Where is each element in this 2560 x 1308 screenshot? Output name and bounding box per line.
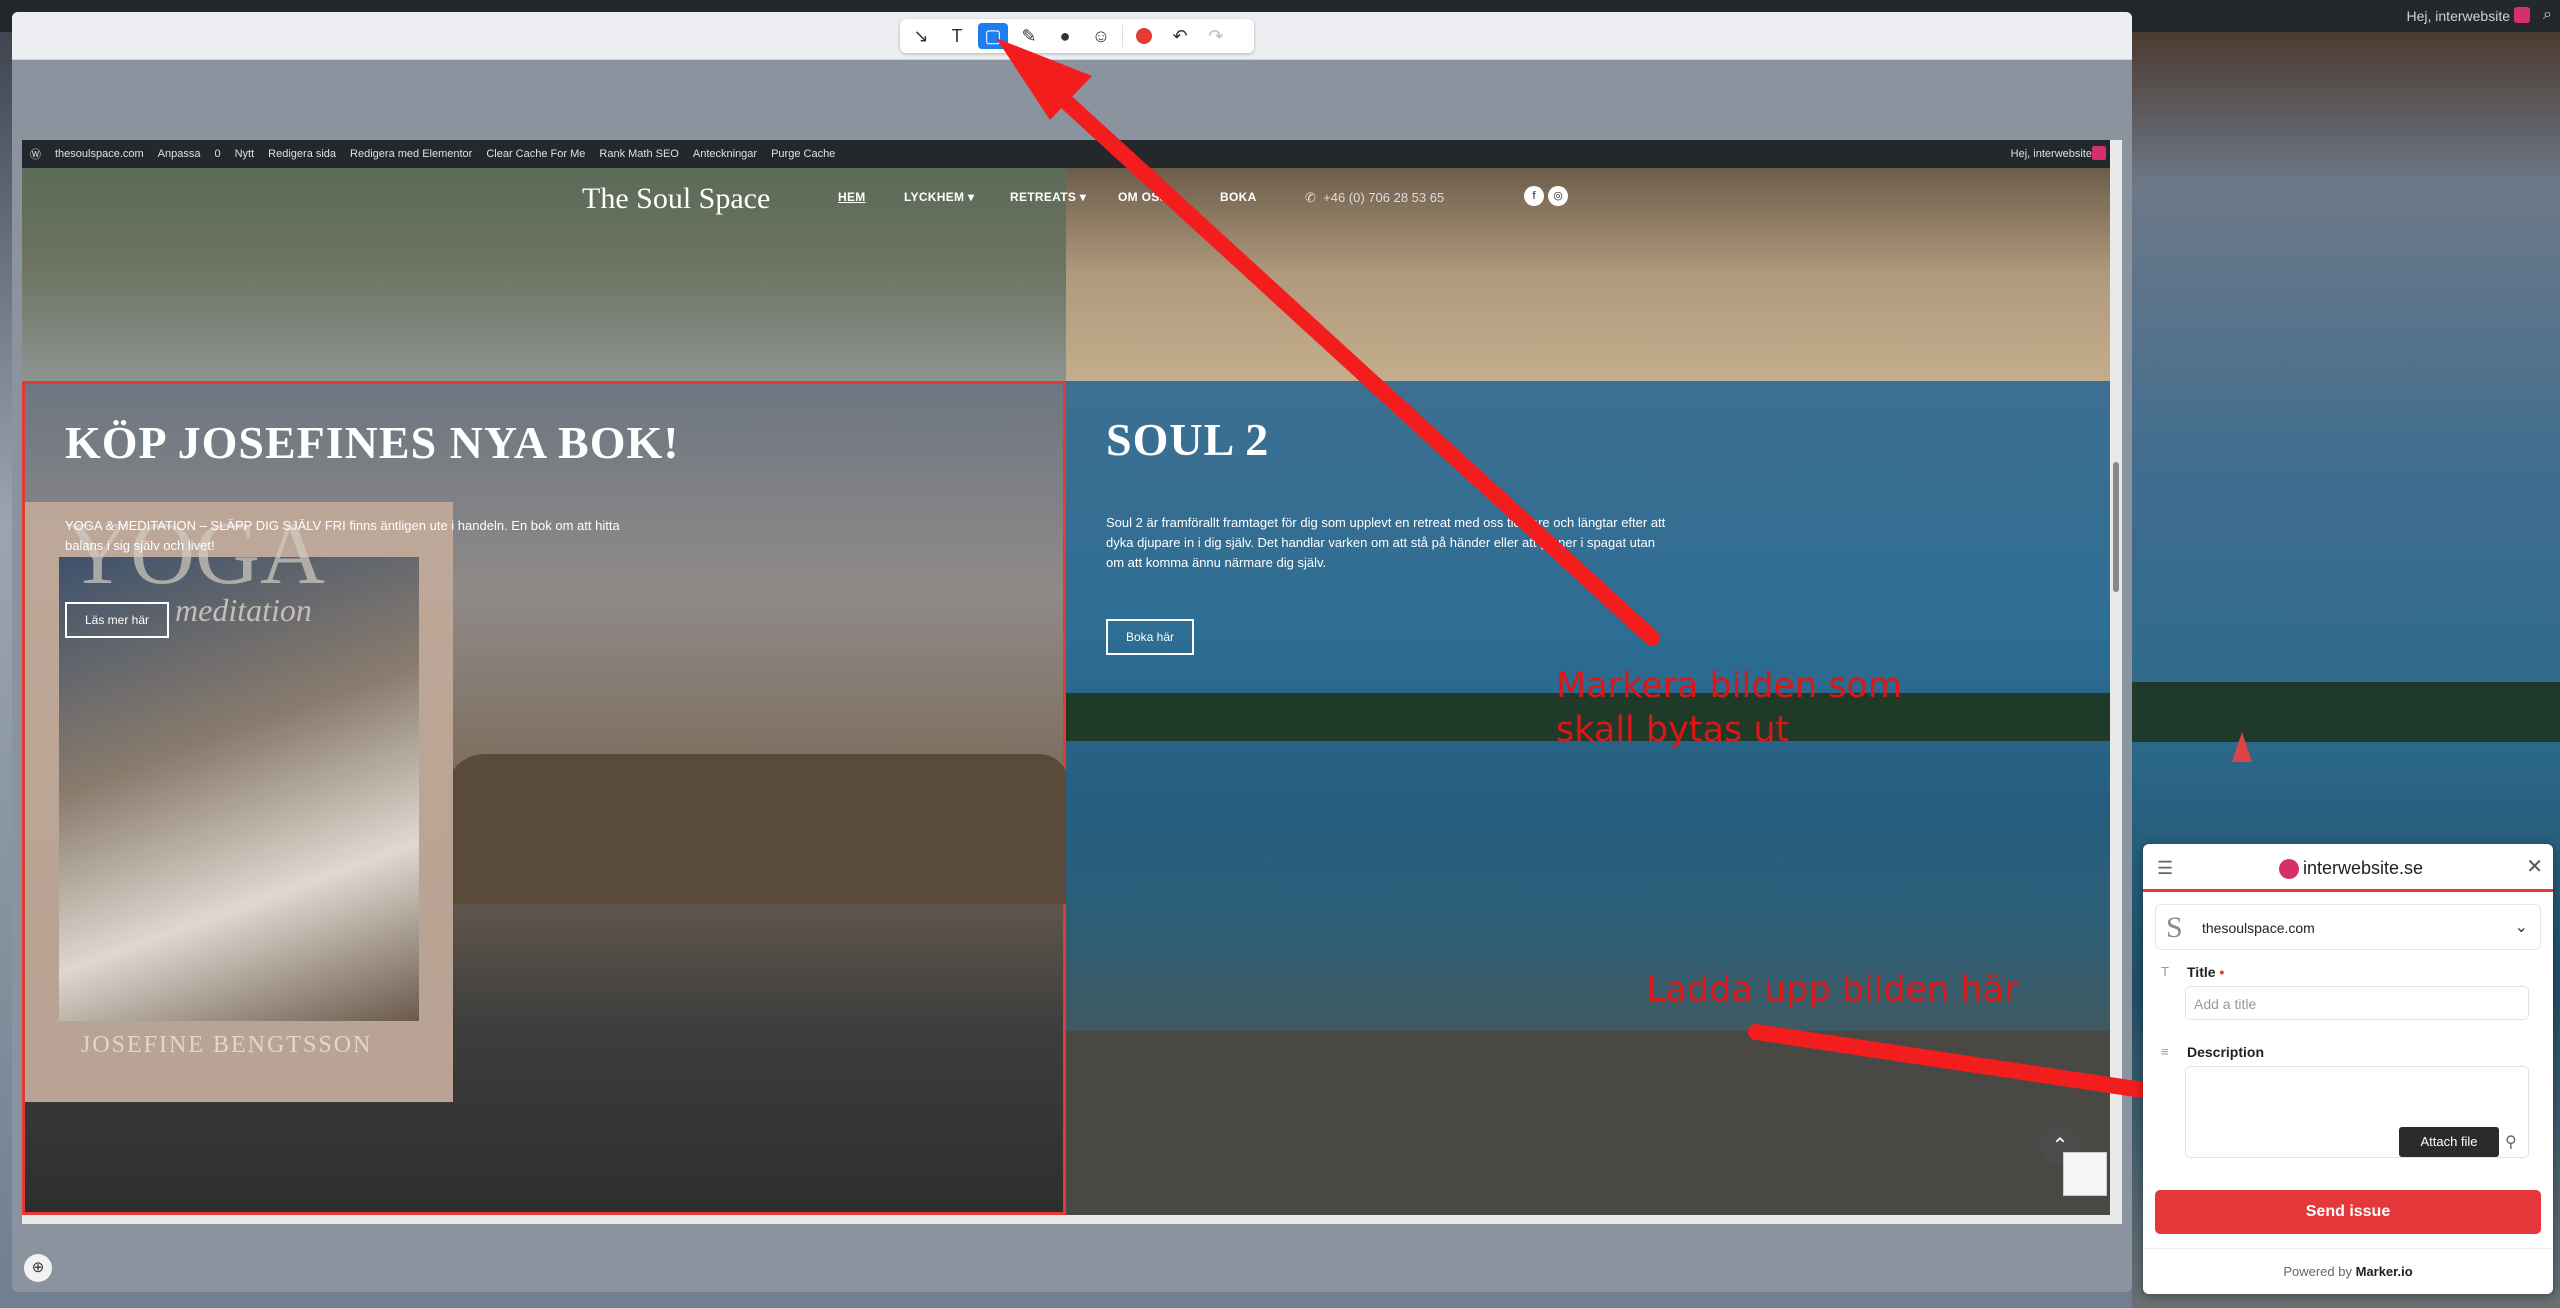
- outer-avatar[interactable]: [2514, 7, 2530, 23]
- wp-item-edit-page[interactable]: Redigera sida: [268, 148, 336, 160]
- wp-avatar[interactable]: [2092, 146, 2106, 160]
- wp-admin-bar: Ⓦ thesoulspace.com Anpassa 0 Nytt Redige…: [22, 140, 2122, 168]
- text-tool-icon[interactable]: T: [942, 23, 972, 49]
- send-issue-button[interactable]: Send issue: [2155, 1190, 2541, 1234]
- book-now-button[interactable]: Boka här: [1106, 619, 1195, 655]
- annotation-text-mark-image: Markera bilden som skall bytas ut: [1556, 666, 1903, 750]
- color-picker-icon[interactable]: [1129, 23, 1159, 49]
- wp-item-customize[interactable]: Anpassa: [158, 148, 201, 160]
- book-promo-panel[interactable]: YOGA meditation JOSEFINE BENGTSSON KÖP J…: [22, 381, 1069, 1215]
- powered-by: Powered by Marker.io: [2143, 1248, 2553, 1294]
- annotation-toolbar: ↘ T ▢ ✎ ● ☺ ↶ ↷: [900, 19, 1254, 53]
- redo-icon[interactable]: ↷: [1201, 23, 1231, 49]
- wp-item-purge-cache[interactable]: Purge Cache: [771, 148, 835, 160]
- outer-search-icon[interactable]: ⌕: [2543, 6, 2552, 24]
- facebook-icon[interactable]: f: [1524, 186, 1544, 206]
- menu-icon[interactable]: ☰: [2157, 858, 2173, 879]
- nav-lyckhem[interactable]: LYCKHEM ▾: [904, 190, 974, 204]
- attach-file-tooltip: Attach file: [2399, 1127, 2499, 1157]
- book-promo-text: YOGA & MEDITATION – SLÄPP DIG SJÄLV FRI …: [65, 518, 620, 553]
- site-logo[interactable]: The Soul Space: [582, 182, 770, 216]
- site-selector[interactable]: S thesoulspace.com ⌄: [2155, 904, 2541, 950]
- soul2-title: SOUL 2: [1106, 414, 1270, 465]
- zoom-icon[interactable]: ⊕: [24, 1254, 52, 1282]
- screenshot-annotation-frame: ↘ T ▢ ✎ ● ☺ ↶ ↷ Ⓦ thesoulspace.com Anpas…: [12, 12, 2132, 1292]
- rectangle-tool-icon[interactable]: ▢: [978, 23, 1008, 49]
- wp-greeting[interactable]: Hej, interwebsite: [2011, 148, 2092, 160]
- outer-greeting[interactable]: Hej, interwebsite: [2407, 8, 2511, 24]
- wp-item-notes[interactable]: Anteckningar: [693, 148, 757, 160]
- pen-tool-icon[interactable]: ✎: [1014, 23, 1044, 49]
- header-phone[interactable]: ✆ +46 (0) 706 28 53 65: [1305, 190, 1444, 206]
- nav-boka[interactable]: BOKA: [1220, 190, 1257, 204]
- arrow-tool-icon[interactable]: ↘: [906, 23, 936, 49]
- wp-item-clear-cache[interactable]: Clear Cache For Me: [486, 148, 585, 160]
- description-icon: ≡: [2161, 1044, 2169, 1059]
- emoji-tool-icon[interactable]: ☺: [1086, 23, 1116, 49]
- wp-item-rank-math[interactable]: Rank Math SEO: [599, 148, 678, 160]
- paperclip-icon[interactable]: ⚲: [2505, 1132, 2517, 1152]
- instagram-icon[interactable]: ◎: [1548, 186, 1568, 206]
- blur-tool-icon[interactable]: ●: [1050, 23, 1080, 49]
- description-label: Description: [2187, 1044, 2265, 1060]
- read-more-button[interactable]: Läs mer här: [65, 602, 170, 638]
- soul2-text: Soul 2 är framförallt framtaget för dig …: [1106, 515, 1666, 570]
- site-header: The Soul Space HEM LYCKHEM ▾ RETREATS ▾ …: [22, 168, 2110, 224]
- site-logo-icon: S: [2166, 911, 2183, 944]
- annotation-text-upload-here: Ladda upp bilden här: [1646, 970, 2019, 1010]
- wp-item-comments[interactable]: 0: [214, 148, 220, 160]
- wordpress-icon[interactable]: Ⓦ: [30, 146, 41, 162]
- brand-logo-icon: [2279, 858, 2299, 879]
- title-input[interactable]: Add a title: [2185, 986, 2529, 1020]
- nav-retreats[interactable]: RETREATS ▾: [1010, 190, 1086, 204]
- annotation-header: ↘ T ▢ ✎ ● ☺ ↶ ↷: [12, 12, 2132, 60]
- widget-header: ☰ interwebsite.se ✕: [2143, 844, 2553, 892]
- book-promo-title: KÖP JOSEFINES NYA BOK!: [65, 417, 680, 468]
- feedback-widget: ☰ interwebsite.se ✕ S thesoulspace.com ⌄…: [2143, 844, 2553, 1294]
- book-cover-image: YOGA meditation JOSEFINE BENGTSSON: [25, 502, 453, 1102]
- soul2-panel: SOUL 2 Soul 2 är framförallt framtaget f…: [1066, 381, 2110, 1215]
- undo-icon[interactable]: ↶: [1165, 23, 1195, 49]
- recaptcha-badge: [2063, 1152, 2107, 1196]
- nav-om-oss[interactable]: OM OSS: [1118, 190, 1168, 204]
- widget-brand: interwebsite.se: [2279, 858, 2423, 879]
- chevron-down-icon[interactable]: ⌄: [2515, 917, 2528, 937]
- wp-item-new[interactable]: Nytt: [235, 148, 255, 160]
- title-icon: T: [2161, 964, 2169, 979]
- wp-item-elementor[interactable]: Redigera med Elementor: [350, 148, 472, 160]
- vertical-scrollbar[interactable]: [2110, 140, 2122, 1224]
- close-icon[interactable]: ✕: [2526, 854, 2543, 879]
- horizontal-scrollbar[interactable]: [22, 1215, 2110, 1224]
- wp-item-site[interactable]: thesoulspace.com: [55, 148, 144, 160]
- title-label: Title •: [2187, 964, 2225, 980]
- nav-home[interactable]: HEM: [838, 190, 866, 204]
